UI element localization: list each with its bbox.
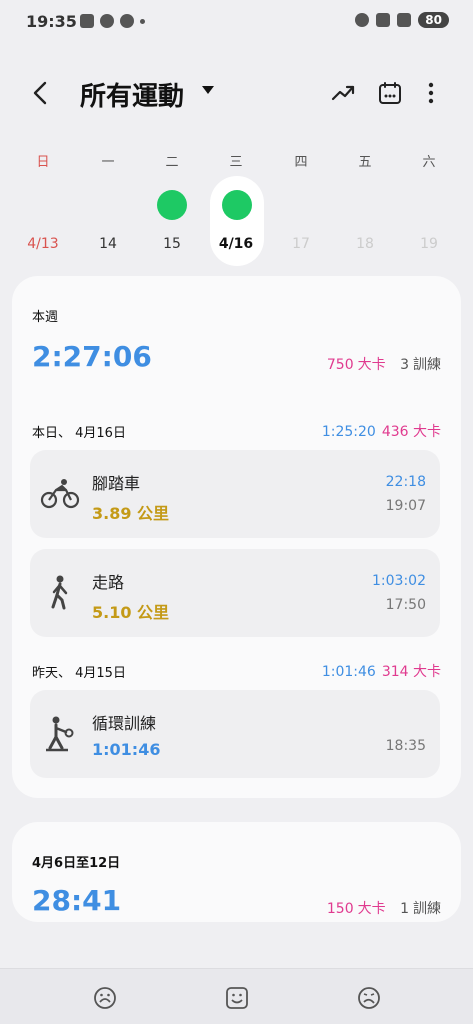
- day-kcal: 436 大卡: [381, 424, 441, 440]
- alarm-icon: [355, 13, 370, 27]
- more-options-icon[interactable]: [418, 80, 444, 106]
- signal-icon: [397, 13, 412, 27]
- weekday-label: 日: [36, 155, 50, 170]
- messenger-notification-icon: [100, 14, 114, 28]
- status-bar: 19:35 80: [0, 0, 473, 44]
- activity-start-time: 17:50: [385, 597, 426, 613]
- week-label: 本週: [32, 310, 59, 325]
- system-icons: 80: [355, 12, 449, 28]
- activity-distance: 5.10 公里: [92, 603, 170, 622]
- activity-total-time: 1:01:46: [92, 740, 161, 759]
- weekday-label: 六: [422, 155, 436, 170]
- previous-week-card[interactable]: 4月6日至12日 28:41 150 大卡 1 訓練: [12, 822, 461, 922]
- day-header-summary: 1:25:20 436 大卡: [316, 421, 441, 441]
- activity-name: 腳踏車: [92, 474, 141, 493]
- activity-distance: 3.89 公里: [92, 504, 170, 523]
- weekday-label: 三: [229, 155, 243, 170]
- day-date[interactable]: 15: [152, 236, 192, 252]
- day-header-summary: 1:01:46 314 大卡: [316, 661, 441, 681]
- activity-name: 走路: [92, 573, 125, 592]
- sad-mood-icon[interactable]: [92, 985, 118, 1011]
- this-week-card: 本週 2:27:06 750 大卡 3 訓練 本日、 4月16日 1:25:20 43…: [12, 276, 461, 798]
- battery-indicator: 80: [418, 12, 449, 28]
- week-summary: 150 大卡 1 訓練: [323, 898, 441, 918]
- activity-start-time: 19:07: [385, 498, 426, 514]
- week-kcal: 150: [326, 901, 354, 917]
- day-duration: 1:01:46: [321, 664, 376, 680]
- notification-icons: [80, 14, 145, 28]
- week-summary: 750 大卡 3 訓練: [323, 354, 441, 374]
- cycling-icon: [40, 479, 80, 509]
- more-notifications-icon: [140, 18, 145, 24]
- weekday-label: 四: [294, 155, 308, 170]
- activity-item[interactable]: 循環訓練 1:01:46 18:35: [30, 690, 440, 778]
- day-date-selected[interactable]: 4/16: [216, 236, 256, 252]
- week-kcal: 750: [326, 357, 354, 373]
- week-sessions: 1: [400, 901, 409, 917]
- status-time: 19:35: [26, 12, 77, 31]
- activity-dot[interactable]: [157, 190, 187, 220]
- day-header-label: 本日、 4月16日: [32, 426, 126, 441]
- week-total-time: 2:27:06: [32, 340, 152, 373]
- day-date: 18: [356, 236, 374, 252]
- gallery-notification-icon: [80, 14, 94, 28]
- day-kcal: 314 大卡: [381, 664, 441, 680]
- day-date[interactable]: 4/13: [23, 236, 63, 252]
- calendar-icon[interactable]: [377, 80, 403, 106]
- app-header: 所有運動: [0, 72, 473, 116]
- week-range-label: 4月6日至12日: [32, 856, 121, 871]
- day-date[interactable]: 14: [88, 236, 128, 252]
- sessions-unit: 訓練: [413, 357, 441, 373]
- smile-mood-icon[interactable]: [224, 985, 250, 1011]
- activity-duration: 1:03:02: [372, 573, 426, 589]
- messenger-notification-icon: [120, 14, 134, 28]
- weekday-label: 一: [101, 155, 115, 170]
- week-sessions: 3: [400, 357, 409, 373]
- kcal-unit: 大卡: [357, 901, 386, 917]
- dropdown-caret-icon[interactable]: [202, 86, 214, 94]
- activity-duration: 22:18: [385, 474, 426, 490]
- day-header-label: 昨天、 4月15日: [32, 666, 126, 681]
- walking-icon: [51, 575, 68, 610]
- back-arrow-icon[interactable]: [26, 78, 56, 108]
- day-date: 19: [420, 236, 438, 252]
- tired-mood-icon[interactable]: [356, 985, 382, 1011]
- activity-item[interactable]: 腳踏車 3.89 公里 22:18 19:07: [30, 450, 440, 538]
- weekday-label: 五: [358, 155, 372, 170]
- mute-icon: [376, 13, 391, 27]
- weekday-label: 二: [165, 155, 179, 170]
- kcal-unit: 大卡: [357, 357, 386, 373]
- circuit-training-icon: [46, 716, 74, 752]
- page-title[interactable]: 所有運動: [80, 76, 184, 113]
- activity-start-time: 18:35: [385, 738, 426, 754]
- week-total-time: 28:41: [32, 884, 122, 917]
- bottom-navigation: [0, 968, 473, 1024]
- day-date: 17: [292, 236, 310, 252]
- day-duration: 1:25:20: [321, 424, 376, 440]
- trend-icon[interactable]: [330, 80, 356, 106]
- activity-dot[interactable]: [222, 190, 252, 220]
- activity-name: 循環訓練: [92, 714, 157, 733]
- activity-item[interactable]: 走路 5.10 公里 1:03:02 17:50: [30, 549, 440, 637]
- sessions-unit: 訓練: [413, 901, 441, 917]
